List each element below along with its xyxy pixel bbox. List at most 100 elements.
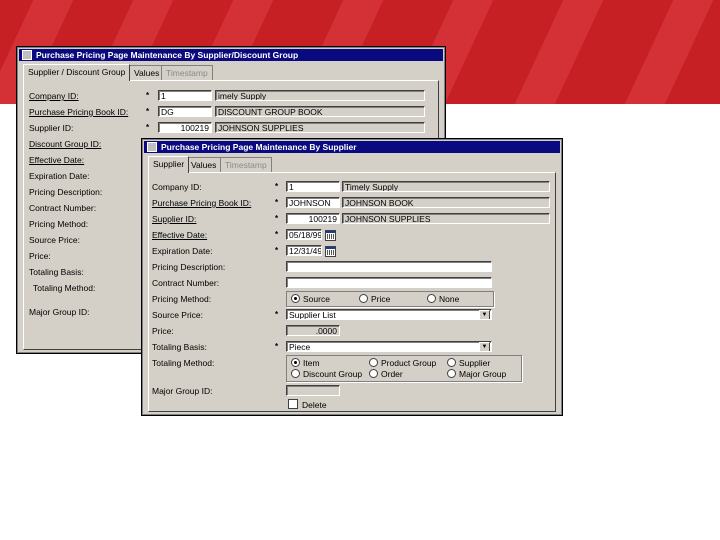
company-name-field: Timely Supply — [342, 181, 550, 192]
price-book-id-field[interactable]: DG — [158, 106, 212, 117]
discount-group-id-label: Discount Group ID: — [29, 139, 102, 149]
effective-date-field[interactable]: 05/18/99 — [286, 229, 322, 240]
supplier-name-field: JOHNSON SUPPLIES — [215, 122, 425, 133]
major-group-id-field — [286, 385, 340, 396]
app-icon — [147, 142, 157, 152]
window-title: Purchase Pricing Page Maintenance By Sup… — [161, 142, 357, 152]
dropdown-arrow-icon[interactable]: ▼ — [479, 342, 490, 351]
totaling-basis-value: Piece — [289, 342, 311, 352]
required-marker: * — [275, 342, 279, 351]
pricing-method-source-radio[interactable]: Source — [291, 294, 330, 304]
radio-label: Supplier — [459, 358, 491, 368]
tab-values[interactable]: Values — [129, 65, 165, 80]
front-window-titlebar: Purchase Pricing Page Maintenance By Sup… — [144, 141, 560, 153]
price-book-id-field[interactable]: JOHNSON — [286, 197, 340, 208]
totaling-method-order-radio[interactable]: Order — [369, 369, 403, 379]
expiration-date-label: Expiration Date: — [29, 171, 90, 181]
price-label: Price: — [152, 326, 174, 336]
expiration-date-field[interactable]: 12/31/49 — [286, 245, 322, 256]
dropdown-arrow-icon[interactable]: ▼ — [479, 310, 490, 319]
banner-stripe — [617, 0, 720, 104]
price-field: .0000 — [286, 325, 340, 336]
required-marker: * — [275, 182, 279, 191]
supplier-id-label: Supplier ID: — [29, 123, 74, 133]
source-price-label: Source Price: — [29, 235, 81, 245]
price-book-name-field: DISCOUNT GROUP BOOK — [215, 106, 425, 117]
back-window-titlebar: Purchase Pricing Page Maintenance By Sup… — [19, 49, 443, 61]
totaling-basis-select[interactable]: Piece ▼ — [286, 341, 492, 352]
totaling-method-label: Totaling Method: — [33, 283, 96, 293]
radio-dot — [291, 294, 300, 303]
pricing-method-label: Pricing Method: — [152, 294, 212, 304]
pricing-method-label: Pricing Method: — [29, 219, 89, 229]
source-price-label: Source Price: — [152, 310, 204, 320]
radio-dot — [369, 358, 378, 367]
major-group-id-label: Major Group ID: — [152, 386, 213, 396]
effective-date-label: Effective Date: — [152, 230, 208, 240]
totaling-method-item-radio[interactable]: Item — [291, 358, 320, 368]
source-price-value: Supplier List — [289, 310, 336, 320]
supplier-name-field: JOHNSON SUPPLIES — [342, 213, 550, 224]
supplier-id-field[interactable]: 100219 — [286, 213, 340, 224]
pricing-description-field[interactable] — [286, 261, 492, 272]
company-name-field: imely Supply — [215, 90, 425, 101]
front-window-panel: Company ID: * 1 Timely Supply Purchase P… — [148, 172, 556, 412]
radio-label: Item — [303, 358, 320, 368]
tab-timestamp[interactable]: Timestamp — [220, 157, 272, 172]
app-icon — [22, 50, 32, 60]
required-marker: * — [275, 214, 279, 223]
required-marker: * — [146, 107, 150, 116]
totaling-method-product-group-radio[interactable]: Product Group — [369, 358, 436, 368]
radio-dot — [359, 294, 368, 303]
front-window: Purchase Pricing Page Maintenance By Sup… — [141, 138, 563, 416]
radio-label: Major Group — [459, 369, 507, 379]
required-marker: * — [275, 230, 279, 239]
totaling-method-group: Item Product Group Supplier Discount Gro… — [286, 355, 522, 382]
totaling-basis-label: Totaling Basis: — [152, 342, 207, 352]
required-marker: * — [146, 123, 150, 132]
contract-number-field[interactable] — [286, 277, 492, 288]
radio-label: None — [439, 294, 460, 304]
contract-number-label: Contract Number: — [29, 203, 97, 213]
radio-dot — [369, 369, 378, 378]
company-id-field[interactable]: 1 — [286, 181, 340, 192]
required-marker: * — [275, 310, 279, 319]
radio-label: Product Group — [381, 358, 437, 368]
required-marker: * — [275, 246, 279, 255]
supplier-id-field[interactable]: 100219 — [158, 122, 212, 133]
radio-dot — [447, 358, 456, 367]
totaling-method-discount-group-radio[interactable]: Discount Group — [291, 369, 362, 379]
contract-number-label: Contract Number: — [152, 278, 220, 288]
source-price-select[interactable]: Supplier List ▼ — [286, 309, 492, 320]
price-book-name-field: JOHNSON BOOK — [342, 197, 550, 208]
supplier-id-label: Supplier ID: — [152, 214, 197, 224]
pricing-description-label: Pricing Description: — [29, 187, 103, 197]
pricing-method-none-radio[interactable]: None — [427, 294, 459, 304]
delete-checkbox[interactable]: Delete — [288, 399, 327, 410]
pricing-method-price-radio[interactable]: Price — [359, 294, 390, 304]
price-label: Price: — [29, 251, 51, 261]
tab-timestamp[interactable]: Timestamp — [161, 65, 213, 80]
major-group-id-label: Major Group ID: — [29, 307, 90, 317]
totaling-method-major-group-radio[interactable]: Major Group — [447, 369, 506, 379]
radio-dot — [291, 369, 300, 378]
company-id-label: Company ID: — [29, 91, 79, 101]
pricing-description-label: Pricing Description: — [152, 262, 226, 272]
totaling-method-supplier-radio[interactable]: Supplier — [447, 358, 490, 368]
checkbox-box — [288, 399, 298, 409]
effective-date-label: Effective Date: — [29, 155, 85, 165]
radio-label: Order — [381, 369, 403, 379]
company-id-label: Company ID: — [152, 182, 202, 192]
price-book-id-label: Purchase Pricing Book ID: — [152, 198, 252, 208]
window-title: Purchase Pricing Page Maintenance By Sup… — [36, 50, 299, 60]
tab-supplier[interactable]: Supplier — [148, 156, 190, 173]
calendar-icon[interactable] — [325, 246, 336, 257]
tab-supplier-discount-group[interactable]: Supplier / Discount Group — [23, 64, 131, 81]
calendar-icon[interactable] — [325, 230, 336, 241]
radio-dot — [447, 369, 456, 378]
company-id-field[interactable]: 1 — [158, 90, 212, 101]
tab-values[interactable]: Values — [186, 157, 222, 172]
totaling-method-label: Totaling Method: — [152, 358, 215, 368]
radio-label: Price — [371, 294, 391, 304]
required-marker: * — [275, 198, 279, 207]
